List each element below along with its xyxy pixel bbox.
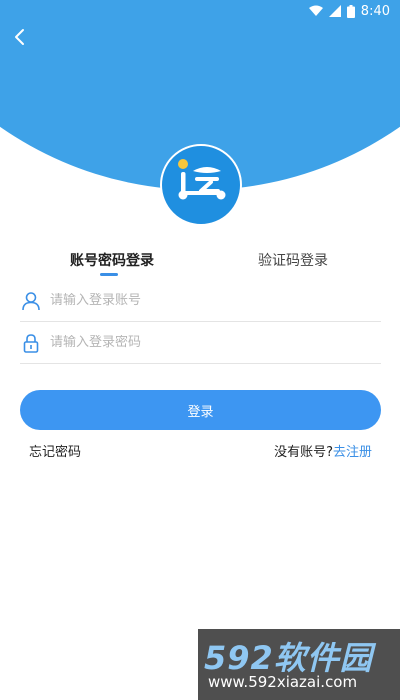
register-link[interactable]: 去注册 — [333, 445, 372, 460]
no-account-text: 没有账号? — [274, 445, 333, 460]
forgot-password-link[interactable]: 忘记密码 — [29, 441, 81, 460]
back-button[interactable] — [6, 26, 32, 52]
login-tabs: 账号密码登录 验证码登录 — [0, 250, 400, 280]
app-logo-icon — [171, 153, 231, 217]
status-bar: 8:40 — [0, 0, 400, 22]
login-button[interactable]: 登录 — [20, 390, 381, 430]
watermark-url: www.592xiazai.com — [208, 673, 358, 691]
user-icon — [20, 290, 42, 312]
tab-indicator — [100, 273, 118, 276]
password-field — [20, 322, 381, 364]
app-logo — [160, 144, 242, 226]
signal-icon — [328, 5, 341, 17]
password-input[interactable] — [50, 335, 350, 350]
tab-code-login[interactable]: 验证码登录 — [258, 250, 328, 276]
account-input[interactable] — [50, 293, 350, 308]
battery-icon — [346, 4, 355, 18]
chevron-left-icon — [13, 28, 25, 50]
watermark: 592软件园 www.592xiazai.com — [198, 629, 400, 700]
register-row: 没有账号?去注册 — [274, 441, 372, 460]
account-field — [20, 280, 381, 322]
status-time: 8:40 — [360, 3, 390, 19]
wifi-icon — [308, 5, 323, 17]
lock-icon — [20, 332, 42, 354]
